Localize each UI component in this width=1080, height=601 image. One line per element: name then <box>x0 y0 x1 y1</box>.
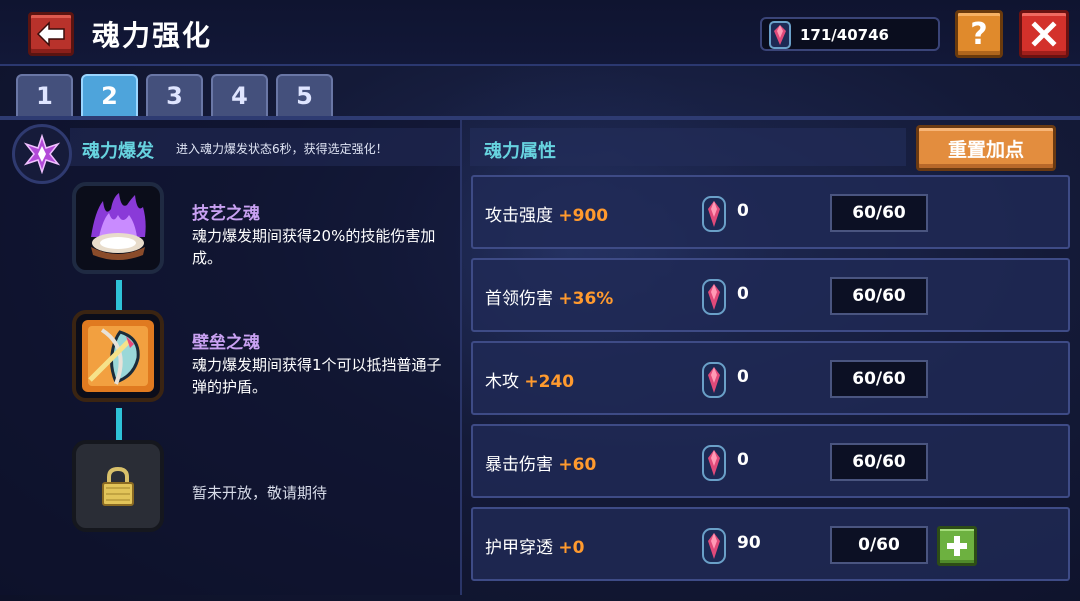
attribute-cost: 0 <box>737 284 749 304</box>
attribute-level: 60/60 <box>830 443 928 481</box>
attribute-name: 攻击强度 <box>485 206 553 226</box>
skill-slot-locked <box>72 440 164 532</box>
skill-connector <box>116 408 122 442</box>
attribute-bonus: +36% <box>558 289 614 309</box>
page-tabs: 1 2 3 4 5 <box>16 74 333 116</box>
help-button[interactable]: ? <box>955 10 1003 58</box>
purple-flame-icon <box>91 193 146 260</box>
attribute-name: 护甲穿透 <box>485 538 553 558</box>
attribute-level: 60/60 <box>830 360 928 398</box>
purple-crystal-icon <box>23 134 61 174</box>
skill-slot-bulwark[interactable] <box>72 310 164 402</box>
soul-gem-counter: 171/40746 <box>760 17 940 51</box>
upgrade-plus-button[interactable] <box>937 526 977 566</box>
header-bar: 魂力强化 171/40746 ? <box>0 0 1080 66</box>
attribute-row-attack: 攻击强度 +900 0 60/60 <box>471 175 1070 249</box>
page-title: 魂力强化 <box>92 19 213 52</box>
soul-gem-icon <box>702 196 726 232</box>
shield-bow-icon <box>82 320 154 392</box>
skill-slot-technique[interactable] <box>72 182 164 274</box>
soul-gem-icon <box>702 528 726 564</box>
tab-2[interactable]: 2 <box>81 74 138 116</box>
soul-gem-icon <box>769 21 791 49</box>
attribute-name: 暴击伤害 <box>485 455 553 475</box>
attribute-cost: 90 <box>737 533 761 553</box>
attribute-cost: 0 <box>737 450 749 470</box>
plus-icon <box>947 536 967 556</box>
close-button[interactable] <box>1019 10 1069 58</box>
attribute-label: 首领伤害 +36% <box>485 284 613 309</box>
attribute-label: 护甲穿透 +0 <box>485 533 584 558</box>
attribute-label: 暴击伤害 +60 <box>485 450 596 475</box>
soul-burst-name: 魂力爆发 <box>82 141 154 162</box>
attribute-label: 攻击强度 +900 <box>485 201 608 226</box>
soul-burst-description: 进入魂力爆发状态6秒，获得选定强化！ <box>176 142 388 156</box>
lock-icon <box>102 466 134 506</box>
skill-title-bulwark: 壁垒之魂 <box>192 333 260 353</box>
skill-title-technique: 技艺之魂 <box>192 204 260 224</box>
attribute-bonus: +240 <box>524 372 575 392</box>
back-arrow-icon <box>36 21 65 47</box>
locked-message: 暂未开放，敬请期待 <box>192 484 328 502</box>
attribute-bonus: +60 <box>558 455 597 475</box>
tab-4[interactable]: 4 <box>211 74 268 116</box>
skill-connector <box>116 280 122 312</box>
soul-gem-icon <box>702 279 726 315</box>
attribute-name: 首领伤害 <box>485 289 553 309</box>
tab-3[interactable]: 3 <box>146 74 203 116</box>
attribute-row-crit-damage: 暴击伤害 +60 0 60/60 <box>471 424 1070 498</box>
skill-desc-bulwark: 魂力爆发期间获得1个可以抵挡普通子弹的护盾。 <box>192 356 442 396</box>
reset-points-button[interactable]: 重置加点 <box>916 125 1056 171</box>
attribute-level: 60/60 <box>830 277 928 315</box>
attribute-cost: 0 <box>737 367 749 387</box>
attribute-name: 木攻 <box>485 372 519 392</box>
attribute-bonus: +0 <box>558 538 585 558</box>
tab-5[interactable]: 5 <box>276 74 333 116</box>
attribute-bonus: +900 <box>558 206 609 226</box>
soul-gem-icon <box>702 362 726 398</box>
skill-desc-technique: 魂力爆发期间获得20%的技能伤害加成。 <box>192 227 436 267</box>
tab-1[interactable]: 1 <box>16 74 73 116</box>
attributes-title: 魂力属性 <box>484 141 556 162</box>
attribute-row-armor-penetration: 护甲穿透 +0 90 0/60 <box>471 507 1070 581</box>
attribute-level: 0/60 <box>830 526 928 564</box>
close-icon <box>1031 21 1057 47</box>
soul-burst-icon <box>12 124 72 184</box>
soul-gem-icon <box>702 445 726 481</box>
attribute-level: 60/60 <box>830 194 928 232</box>
attribute-row-wood-attack: 木攻 +240 0 60/60 <box>471 341 1070 415</box>
attribute-row-boss-damage: 首领伤害 +36% 0 60/60 <box>471 258 1070 332</box>
back-button[interactable] <box>28 12 74 56</box>
attribute-label: 木攻 +240 <box>485 367 574 392</box>
soul-gem-amount: 171/40746 <box>800 26 889 44</box>
question-mark-icon: ? <box>970 16 988 52</box>
attribute-cost: 0 <box>737 201 749 221</box>
